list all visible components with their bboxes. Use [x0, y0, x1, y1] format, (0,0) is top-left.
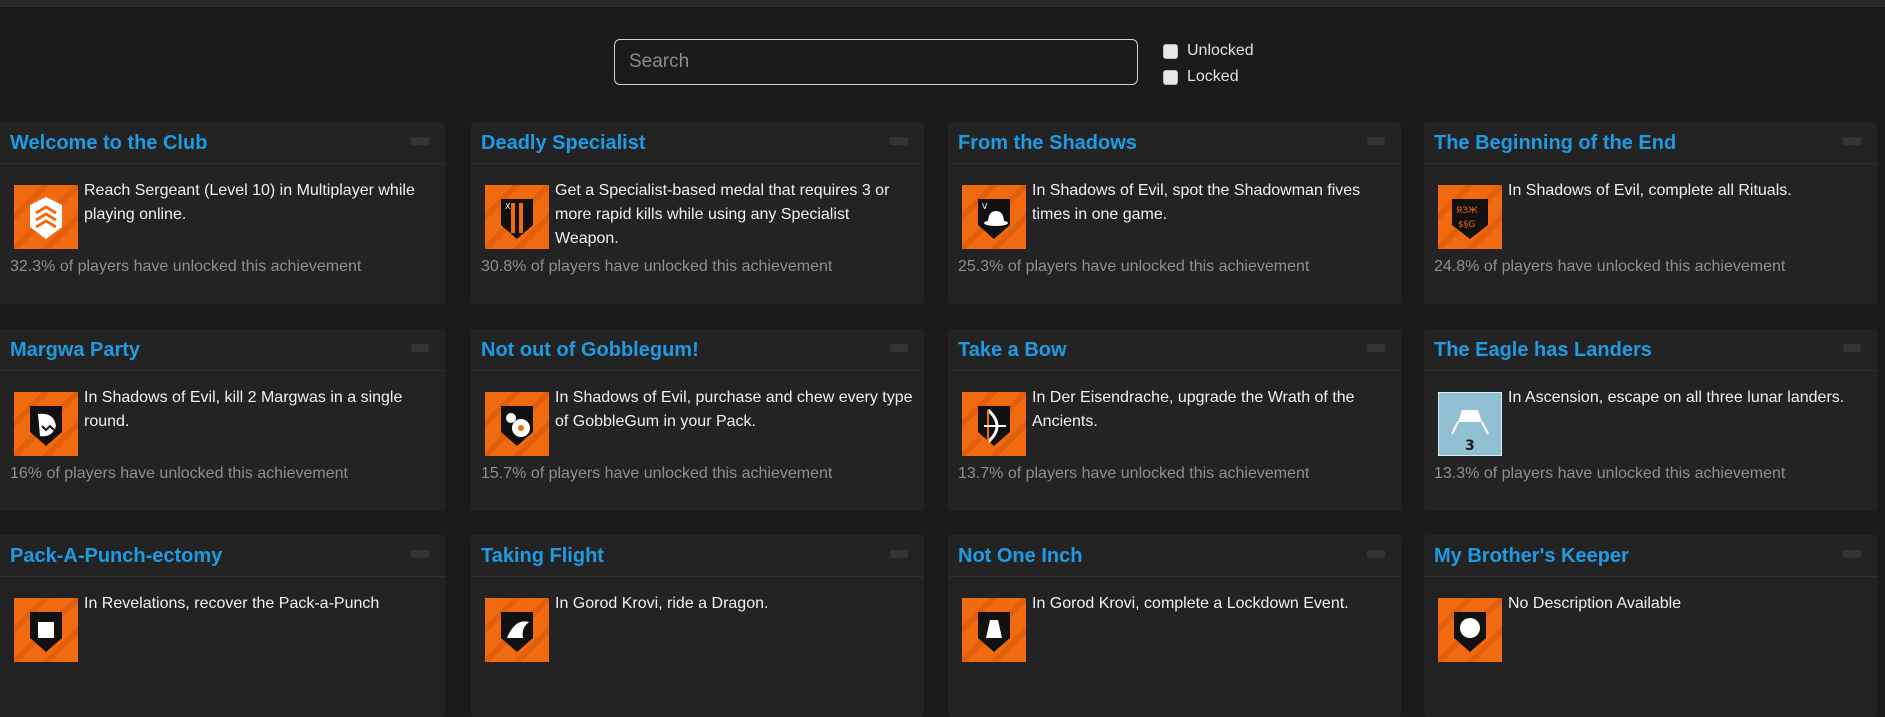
- achievement-description: No Description Available: [1508, 595, 1682, 612]
- lunar-lander-icon: 3: [1438, 392, 1502, 456]
- achievement-description: In Revelations, recover the Pack-a-Punch: [84, 595, 380, 612]
- card-divider: [471, 163, 924, 164]
- pin-icon[interactable]: [1841, 341, 1863, 355]
- svg-text:$§G: $§G: [1458, 220, 1475, 230]
- search-input[interactable]: [614, 39, 1138, 85]
- achievement-card[interactable]: From the Shadows V In Shadows of Evil, spo…: [948, 122, 1401, 304]
- card-divider: [1424, 576, 1877, 577]
- card-divider: [0, 370, 445, 371]
- pin-icon[interactable]: [409, 341, 431, 355]
- achievement-description: In Shadows of Evil, spot the Shadowman f…: [1032, 182, 1361, 223]
- achievement-title[interactable]: Take a Bow: [958, 339, 1067, 362]
- achievement-title[interactable]: The Beginning of the End: [1434, 132, 1676, 155]
- achievement-title[interactable]: Pack-A-Punch-ectomy: [10, 545, 222, 568]
- achievement-title[interactable]: The Eagle has Landers: [1434, 339, 1652, 362]
- bow-icon: [962, 392, 1026, 456]
- unlock-percentage: 30.8% of players have unlocked this achi…: [481, 258, 833, 275]
- achievement-title[interactable]: Not One Inch: [958, 545, 1082, 568]
- unlock-percentage: 13.7% of players have unlocked this achi…: [958, 465, 1310, 482]
- unlock-percentage: 13.3% of players have unlocked this achi…: [1434, 465, 1786, 482]
- achievement-description: Get a Specialist-based medal that requir…: [555, 182, 890, 247]
- achievement-card[interactable]: Not out of Gobblegum! In Shadows of Evil,…: [471, 329, 924, 511]
- achievement-title[interactable]: My Brother's Keeper: [1434, 545, 1629, 568]
- pin-icon[interactable]: [1841, 547, 1863, 561]
- pin-icon[interactable]: [409, 547, 431, 561]
- card-divider: [0, 163, 445, 164]
- unlock-percentage: 16% of players have unlocked this achiev…: [10, 465, 348, 482]
- achievement-title[interactable]: Deadly Specialist: [481, 132, 646, 155]
- unlock-percentage: 25.3% of players have unlocked this achi…: [958, 258, 1310, 275]
- unlock-percentage: 32.3% of players have unlocked this achi…: [10, 258, 362, 275]
- achievement-title[interactable]: Margwa Party: [10, 339, 140, 362]
- pin-icon[interactable]: [1365, 547, 1387, 561]
- unlock-percentage: 15.7% of players have unlocked this achi…: [481, 465, 833, 482]
- dragon-icon: [485, 598, 549, 662]
- locked-filter[interactable]: Locked: [1163, 68, 1239, 86]
- svg-text:X: X: [505, 202, 511, 211]
- card-divider: [948, 370, 1401, 371]
- locked-filter-label: Locked: [1187, 68, 1239, 85]
- achievement-title[interactable]: Welcome to the Club: [10, 132, 207, 155]
- unlocked-filter-label: Unlocked: [1187, 42, 1254, 59]
- unlocked-checkbox[interactable]: [1163, 43, 1178, 59]
- pin-icon[interactable]: [888, 134, 910, 148]
- achievement-description: In Der Eisendrache, upgrade the Wrath of…: [1032, 389, 1355, 430]
- card-divider: [948, 163, 1401, 164]
- achievement-description: In Ascension, escape on all three lunar …: [1508, 389, 1845, 406]
- card-divider: [948, 576, 1401, 577]
- achievement-card[interactable]: Pack-A-Punch-ectomy In Revelations, recov…: [0, 535, 445, 717]
- ritual-symbols-icon: ЯЗЖ $§G: [1438, 185, 1502, 249]
- achievement-title[interactable]: From the Shadows: [958, 132, 1137, 155]
- achievement-description: Reach Sergeant (Level 10) in Multiplayer…: [84, 182, 415, 223]
- achievement-card[interactable]: The Beginning of the End ЯЗЖ $§G In Shadows…: [1424, 122, 1877, 304]
- unlocked-filter[interactable]: Unlocked: [1163, 42, 1254, 60]
- top-bar: [0, 0, 1885, 7]
- specialist-weapon-icon: X: [485, 185, 549, 249]
- pin-icon[interactable]: [409, 134, 431, 148]
- pin-icon[interactable]: [888, 341, 910, 355]
- badge-count: 3: [1465, 438, 1475, 454]
- achievement-card[interactable]: Taking Flight In Gorod Krovi, ride a Drag…: [471, 535, 924, 717]
- achievement-card[interactable]: Deadly Specialist X Get a Specialist-based…: [471, 122, 924, 304]
- card-divider: [471, 576, 924, 577]
- pin-icon[interactable]: [1841, 134, 1863, 148]
- achievement-card[interactable]: Take a Bow In Der Eisendrache, upgrade th…: [948, 329, 1401, 511]
- achievement-description: In Shadows of Evil, kill 2 Margwas in a …: [84, 389, 403, 430]
- card-divider: [471, 370, 924, 371]
- achievement-description: In Gorod Krovi, ride a Dragon.: [555, 595, 769, 612]
- achievement-title[interactable]: Taking Flight: [481, 545, 604, 568]
- svg-text:ЯЗЖ: ЯЗЖ: [1456, 206, 1478, 216]
- card-divider: [1424, 370, 1877, 371]
- pack-a-punch-icon: [14, 598, 78, 662]
- locked-checkbox[interactable]: [1163, 69, 1178, 85]
- achievement-description: In Shadows of Evil, purchase and chew ev…: [555, 389, 913, 430]
- achievement-card[interactable]: Margwa Party In Shadows of Evil, kill 2 M…: [0, 329, 445, 511]
- pin-icon[interactable]: [1365, 134, 1387, 148]
- card-divider: [1424, 163, 1877, 164]
- pin-icon[interactable]: [888, 547, 910, 561]
- achievement-title[interactable]: Not out of Gobblegum!: [481, 339, 699, 362]
- lockdown-icon: [962, 598, 1026, 662]
- pin-icon[interactable]: [1365, 341, 1387, 355]
- achievement-card[interactable]: Welcome to the Club Reach Sergeant (Level…: [0, 122, 445, 304]
- achievement-card[interactable]: Not One Inch In Gorod Krovi, complete a L…: [948, 535, 1401, 717]
- margwa-icon: [14, 392, 78, 456]
- achievement-description: In Gorod Krovi, complete a Lockdown Even…: [1032, 595, 1349, 612]
- shadowman-hat-icon: V: [962, 185, 1026, 249]
- achievement-card[interactable]: The Eagle has Landers 3 In Ascension, esca…: [1424, 329, 1877, 511]
- unlock-percentage: 24.8% of players have unlocked this achi…: [1434, 258, 1786, 275]
- brother-icon: [1438, 598, 1502, 662]
- achievement-card[interactable]: My Brother's Keeper No Description Availa…: [1424, 535, 1877, 717]
- achievement-description: In Shadows of Evil, complete all Rituals…: [1508, 182, 1792, 199]
- gobblegum-icon: [485, 392, 549, 456]
- card-divider: [0, 576, 445, 577]
- svg-text:V: V: [982, 202, 988, 211]
- chevron-rank-icon: [14, 185, 78, 249]
